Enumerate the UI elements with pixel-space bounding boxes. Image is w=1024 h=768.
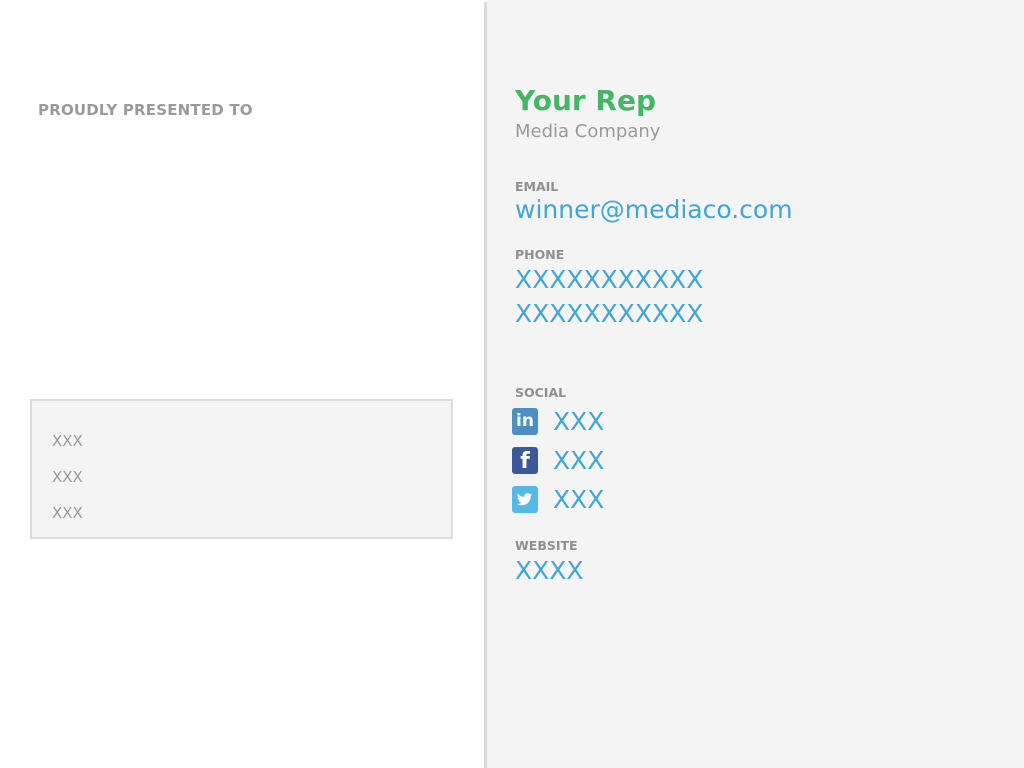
facebook-icon[interactable]: f: [512, 447, 538, 474]
recipient-box: XXX XXX XXX: [30, 399, 453, 539]
phone-number[interactable]: XXXXXXXXXXX: [515, 265, 703, 294]
presented-to-label: PROUDLY PRESENTED TO: [38, 101, 253, 119]
email-label: EMAIL: [515, 179, 559, 194]
left-panel: PROUDLY PRESENTED TO XXX XXX XXX: [0, 0, 485, 768]
social-label: SOCIAL: [515, 385, 567, 400]
recipient-line: XXX: [52, 468, 83, 486]
twitter-icon[interactable]: [512, 486, 538, 513]
twitter-handle[interactable]: XXX: [553, 485, 604, 514]
email-link[interactable]: winner@mediaco.com: [515, 195, 793, 224]
website-link[interactable]: XXXX: [515, 556, 584, 585]
company-name: Media Company: [515, 121, 661, 142]
linkedin-handle[interactable]: XXX: [553, 407, 604, 436]
linkedin-icon[interactable]: in: [512, 408, 538, 435]
rep-name: Your Rep: [515, 84, 657, 117]
phone-label: PHONE: [515, 247, 565, 262]
recipient-line: XXX: [52, 432, 83, 450]
twitter-bird-icon: [517, 493, 532, 506]
recipient-line: XXX: [52, 504, 83, 522]
phone-number[interactable]: XXXXXXXXXXX: [515, 299, 703, 328]
facebook-handle[interactable]: XXX: [553, 446, 604, 475]
website-label: WEBSITE: [515, 538, 578, 553]
